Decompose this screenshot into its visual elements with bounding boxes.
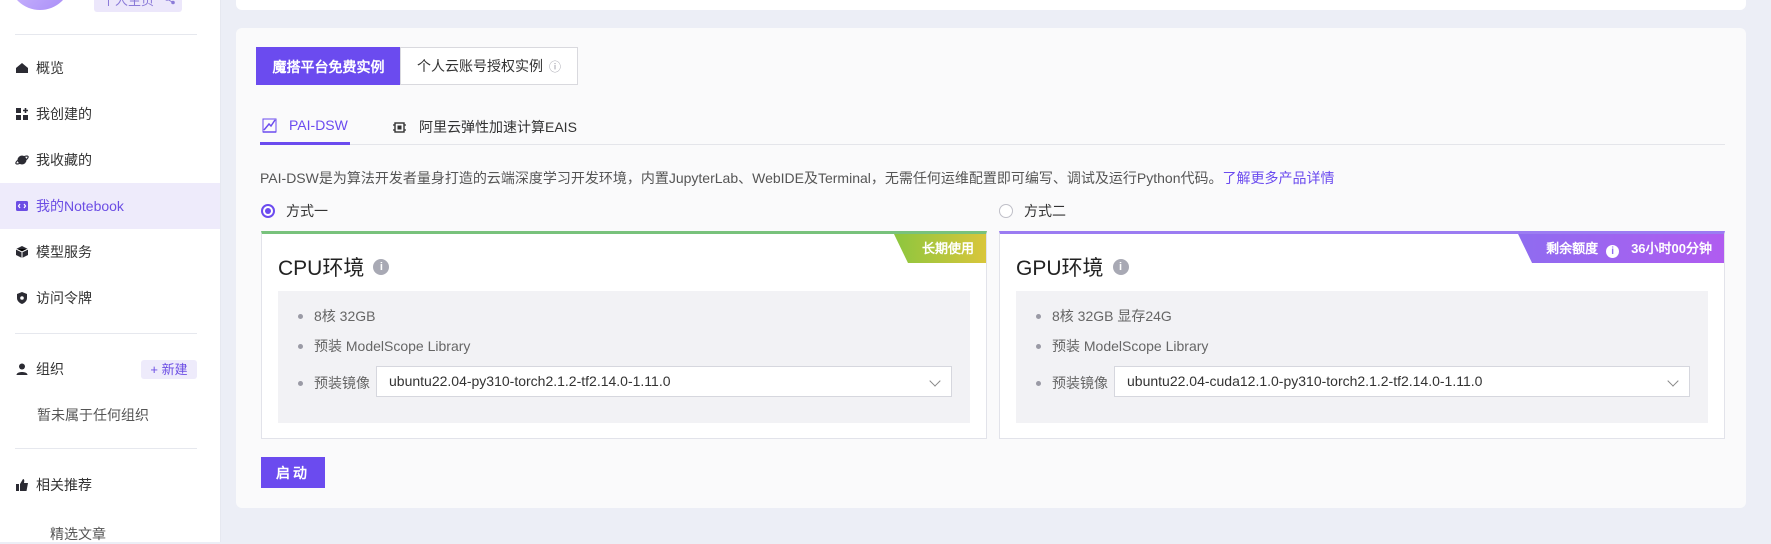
- tab-label: 个人云账号授权实例: [416, 58, 543, 74]
- sidebar-item-label: 我的Notebook: [36, 198, 124, 214]
- bullet-icon: [298, 313, 303, 319]
- select-value: ubuntu22.04-cuda12.1.0-py310-torch2.1.2-…: [1127, 373, 1483, 389]
- spec-text: 预装镜像: [1052, 375, 1108, 391]
- sidebar-divider: [15, 333, 197, 334]
- home-icon: [15, 61, 29, 75]
- cpu-environment-card[interactable]: 长期使用 CPU环境 i 8核 32GB 预装 ModelScope Libra…: [261, 231, 987, 439]
- user-icon: [15, 362, 29, 376]
- option-label: 方式二: [1024, 203, 1066, 219]
- sidebar-item-overview[interactable]: 概览: [0, 45, 220, 91]
- tab-personal-cloud-instance[interactable]: 个人云账号授权实例 ⓘ: [400, 47, 578, 85]
- sidebar-item-label: 概览: [36, 60, 64, 76]
- description-text: PAI-DSW是为算法开发者量身打造的云端深度学习开发环境，内置JupyterL…: [260, 170, 1223, 186]
- sidebar-item-access-token[interactable]: 访问令牌: [0, 275, 220, 321]
- radio-unchecked-icon: [999, 204, 1013, 218]
- planet-icon: [15, 153, 29, 167]
- sidebar-item-label: 我收藏的: [36, 152, 92, 168]
- sidebar-item-label: 模型服务: [36, 244, 92, 260]
- cube-icon: [15, 245, 29, 259]
- bullet-icon: [1036, 313, 1041, 319]
- info-icon[interactable]: i: [1606, 245, 1620, 258]
- card-title: CPU环境: [278, 257, 365, 280]
- cpu-title: CPU环境 i: [278, 252, 390, 282]
- radio-checked-icon: [261, 204, 275, 218]
- spec-text: 预装 ModelScope Library: [314, 338, 471, 354]
- sidebar: 个人主页 概览 我创建的 我收藏的 我的Notebook 模型服务 访问令牌 组…: [0, 0, 221, 542]
- sidebar-divider: [15, 34, 197, 35]
- spec-text: 8核 32GB: [314, 308, 376, 324]
- sidebar-item-model-service[interactable]: 模型服务: [0, 229, 220, 275]
- tabs-divider: [260, 144, 1725, 145]
- tab-pai-dsw[interactable]: PAI-DSW: [262, 117, 348, 133]
- sidebar-item-label: 相关推荐: [36, 477, 92, 493]
- gpu-title: GPU环境 i: [1016, 252, 1129, 282]
- select-value: ubuntu22.04-py310-torch2.1.2-tf2.14.0-1.…: [389, 373, 671, 389]
- top-card: [236, 0, 1746, 10]
- quota-label: 剩余额度: [1546, 241, 1599, 256]
- spec-text: 8核 32GB 显存24G: [1052, 308, 1172, 324]
- tab-label: PAI-DSW: [289, 117, 348, 133]
- spec-item: 预装镜像: [298, 373, 370, 393]
- grid-plus-icon: [15, 107, 29, 121]
- tab-label: 阿里云弹性加速计算EAIS: [419, 119, 577, 135]
- info-icon[interactable]: i: [1112, 259, 1129, 275]
- share-icon[interactable]: [164, 0, 176, 12]
- info-icon[interactable]: ⓘ: [549, 60, 561, 74]
- bullet-icon: [1036, 343, 1041, 349]
- thumbs-up-icon: [15, 478, 29, 492]
- bullet-icon: [298, 343, 303, 349]
- spec-text: 预装镜像: [314, 375, 370, 391]
- bullet-icon: [298, 380, 303, 386]
- gpu-image-select[interactable]: ubuntu22.04-cuda12.1.0-py310-torch2.1.2-…: [1114, 366, 1690, 397]
- chevron-down-icon: [929, 375, 941, 387]
- gpu-environment-card[interactable]: 剩余额度 i 36小时00分钟 GPU环境 i 8核 32GB 显存24G 预装 M…: [999, 231, 1725, 439]
- option2-radio[interactable]: 方式二: [999, 201, 1066, 221]
- sidebar-item-recommend[interactable]: 相关推荐: [0, 462, 220, 508]
- long-term-badge: 长期使用: [893, 234, 986, 263]
- description: PAI-DSW是为算法开发者量身打造的云端深度学习开发环境，内置JupyterL…: [260, 168, 1334, 188]
- sidebar-item-featured-articles[interactable]: 精选文章: [50, 524, 106, 544]
- new-organization-button[interactable]: + 新建: [141, 360, 197, 379]
- no-organization-text: 暂未属于任何组织: [37, 407, 149, 423]
- tab-eais[interactable]: 阿里云弹性加速计算EAIS: [392, 117, 577, 137]
- cpu-spec-panel: 8核 32GB 预装 ModelScope Library 预装镜像 ubunt…: [278, 291, 970, 423]
- info-icon[interactable]: i: [373, 259, 390, 275]
- spec-item: 8核 32GB: [298, 306, 375, 326]
- spec-item: 预装镜像: [1036, 373, 1108, 393]
- chip-icon: [392, 120, 407, 135]
- sidebar-item-favorites[interactable]: 我收藏的: [0, 137, 220, 183]
- sidebar-item-label: 访问令牌: [36, 290, 92, 306]
- card-title: GPU环境: [1016, 257, 1104, 280]
- profile-link[interactable]: 个人主页: [94, 0, 182, 12]
- gpu-spec-panel: 8核 32GB 显存24G 预装 ModelScope Library 预装镜像…: [1016, 291, 1708, 423]
- spec-item: 预装 ModelScope Library: [1036, 336, 1208, 356]
- sidebar-divider: [15, 448, 197, 449]
- sidebar-item-label: 组织: [36, 361, 64, 377]
- quota-value: 36小时00分钟: [1631, 241, 1712, 256]
- spec-text: 预装 ModelScope Library: [1052, 338, 1209, 354]
- learn-more-link[interactable]: 了解更多产品详情: [1222, 170, 1334, 186]
- remaining-quota-badge: 剩余额度 i 36小时00分钟: [1518, 234, 1724, 263]
- start-button[interactable]: 启动: [261, 457, 325, 488]
- notebook-icon: [15, 199, 29, 213]
- sidebar-item-notebook[interactable]: 我的Notebook: [0, 183, 220, 229]
- shield-icon: [15, 291, 29, 305]
- sidebar-item-label: 我创建的: [36, 106, 92, 122]
- avatar[interactable]: [10, 0, 70, 10]
- bullet-icon: [1036, 380, 1041, 386]
- chevron-down-icon: [1667, 375, 1679, 387]
- sidebar-item-created[interactable]: 我创建的: [0, 91, 220, 137]
- chart-icon: [262, 118, 277, 133]
- sidebar-item-organization[interactable]: 组织: [0, 346, 140, 392]
- tab-modelscope-free-instance[interactable]: 魔搭平台免费实例: [256, 47, 401, 85]
- spec-item: 8核 32GB 显存24G: [1036, 306, 1172, 326]
- active-tab-indicator: [260, 142, 350, 145]
- option1-radio[interactable]: 方式一: [261, 201, 328, 221]
- option-label: 方式一: [286, 203, 328, 219]
- cpu-image-select[interactable]: ubuntu22.04-py310-torch2.1.2-tf2.14.0-1.…: [376, 366, 952, 397]
- spec-item: 预装 ModelScope Library: [298, 336, 470, 356]
- profile-link-label: 个人主页: [102, 0, 155, 8]
